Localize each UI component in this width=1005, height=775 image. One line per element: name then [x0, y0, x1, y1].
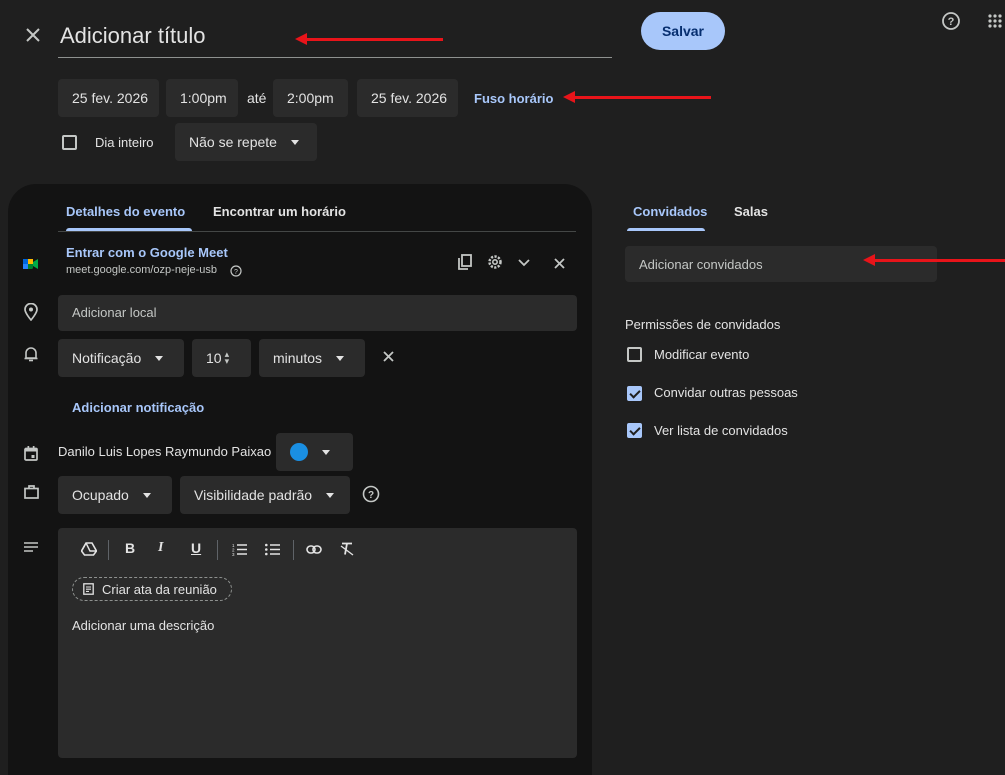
toolbar-divider — [293, 540, 294, 560]
help-icon[interactable]: ? — [229, 264, 243, 278]
add-notification-link[interactable]: Adicionar notificação — [72, 400, 204, 415]
calendar-color-swatch — [290, 443, 308, 461]
availability-dropdown[interactable]: Ocupado — [58, 476, 172, 514]
meeting-notes-button[interactable]: Criar ata da reunião — [72, 577, 232, 601]
chevron-down-icon — [290, 139, 299, 145]
tab-active-indicator — [627, 228, 705, 231]
bell-icon — [22, 344, 40, 364]
close-icon[interactable] — [380, 348, 396, 364]
location-pin-icon — [22, 302, 40, 322]
svg-text:?: ? — [948, 16, 955, 28]
description-placeholder: Adicionar uma descrição — [72, 618, 215, 633]
notification-unit-value: minutos — [273, 350, 323, 366]
permission-label: Ver lista de convidados — [654, 423, 788, 438]
all-day-label: Dia inteiro — [95, 135, 154, 150]
permission-label: Modificar evento — [654, 347, 750, 362]
svg-text:?: ? — [234, 269, 238, 276]
visibility-value: Visibilidade padrão — [194, 487, 313, 503]
annotation-arrow — [295, 33, 443, 45]
close-icon[interactable] — [22, 24, 44, 46]
clear-formatting-icon[interactable] — [338, 541, 356, 557]
start-date-text: 25 fev. 2026 — [72, 90, 149, 106]
save-button[interactable]: Salvar — [641, 12, 725, 50]
notification-amount-value: 10 — [206, 350, 222, 366]
end-date-text: 25 fev. 2026 — [371, 90, 448, 106]
permission-checkbox-invite[interactable] — [627, 386, 642, 401]
svg-text:?: ? — [368, 490, 374, 501]
help-icon[interactable]: ? — [361, 484, 381, 504]
calendar-icon — [22, 444, 40, 462]
repeat-value: Não se repete — [189, 134, 277, 150]
tab-find-time[interactable]: Encontrar um horário — [213, 204, 346, 219]
stepper-arrows-icon: ▴ ▾ — [224, 349, 230, 366]
visibility-dropdown[interactable]: Visibilidade padrão — [180, 476, 350, 514]
bulleted-list-icon[interactable] — [263, 541, 281, 557]
help-icon[interactable]: ? — [940, 10, 962, 32]
svg-text:3: 3 — [232, 552, 235, 556]
title-placeholder: Adicionar título — [60, 23, 206, 48]
document-icon — [83, 583, 94, 595]
settings-icon[interactable] — [486, 253, 504, 271]
toolbar-divider — [108, 540, 109, 560]
chevron-down-icon — [322, 449, 330, 455]
chevron-down-icon[interactable] — [516, 255, 532, 271]
underline-button[interactable]: U — [191, 540, 201, 556]
notification-amount-stepper[interactable]: 10 ▴ ▾ — [192, 339, 251, 377]
until-label: até — [247, 90, 267, 106]
chevron-down-icon — [142, 492, 151, 498]
meeting-notes-label: Criar ata da reunião — [102, 581, 217, 597]
notification-type-dropdown[interactable]: Notificação — [58, 339, 184, 377]
calendar-owner: Danilo Luis Lopes Raymundo Paixao — [58, 444, 272, 459]
copy-icon[interactable] — [456, 253, 474, 271]
tabs-divider — [58, 231, 576, 232]
end-date-chip[interactable]: 25 fev. 2026 — [357, 79, 458, 117]
tab-rooms[interactable]: Salas — [734, 204, 768, 219]
drive-icon[interactable] — [80, 540, 98, 558]
briefcase-icon — [22, 483, 40, 501]
permission-checkbox-modify[interactable] — [627, 347, 642, 362]
link-icon[interactable] — [305, 542, 323, 556]
notification-type-value: Notificação — [72, 350, 142, 366]
permission-checkbox-see-list[interactable] — [627, 423, 642, 438]
chevron-down-icon — [155, 355, 164, 361]
numbered-list-icon[interactable]: 123 — [230, 541, 248, 557]
meet-url: meet.google.com/ozp-neje-usb — [66, 264, 218, 276]
annotation-arrow — [563, 91, 711, 103]
add-guests-placeholder: Adicionar convidados — [639, 257, 763, 272]
calendar-color-dropdown[interactable] — [276, 433, 353, 471]
location-input[interactable]: Adicionar local — [58, 295, 577, 331]
italic-button[interactable]: I — [158, 540, 163, 556]
notification-unit-dropdown[interactable]: minutos — [259, 339, 365, 377]
tab-guests[interactable]: Convidados — [633, 204, 707, 219]
annotation-arrow — [863, 254, 1005, 266]
repeat-dropdown[interactable]: Não se repete — [175, 123, 317, 161]
tab-event-details[interactable]: Detalhes do evento — [66, 204, 185, 219]
description-editor[interactable] — [58, 528, 577, 758]
location-placeholder: Adicionar local — [72, 305, 157, 320]
meet-join-link[interactable]: Entrar com o Google Meet — [66, 245, 228, 260]
apps-grid-icon[interactable] — [986, 12, 1004, 30]
chevron-down-icon — [326, 492, 335, 498]
start-date-chip[interactable]: 25 fev. 2026 — [58, 79, 159, 117]
end-time-text: 2:00pm — [287, 90, 334, 106]
timezone-link[interactable]: Fuso horário — [474, 91, 553, 106]
availability-value: Ocupado — [72, 487, 129, 503]
add-guests-input[interactable]: Adicionar convidados — [625, 246, 937, 282]
guest-permissions-title: Permissões de convidados — [625, 317, 781, 332]
permission-label: Convidar outras pessoas — [654, 385, 798, 400]
chevron-down-icon — [336, 355, 345, 361]
start-time-chip[interactable]: 1:00pm — [166, 79, 238, 117]
description-lines-icon — [22, 540, 40, 554]
bold-button[interactable]: B — [125, 540, 135, 556]
start-time-text: 1:00pm — [180, 90, 227, 106]
toolbar-divider — [217, 540, 218, 560]
google-meet-icon — [22, 256, 40, 272]
close-icon[interactable] — [551, 255, 567, 271]
all-day-checkbox[interactable] — [62, 135, 77, 150]
end-time-chip[interactable]: 2:00pm — [273, 79, 348, 117]
save-label: Salvar — [661, 23, 705, 39]
